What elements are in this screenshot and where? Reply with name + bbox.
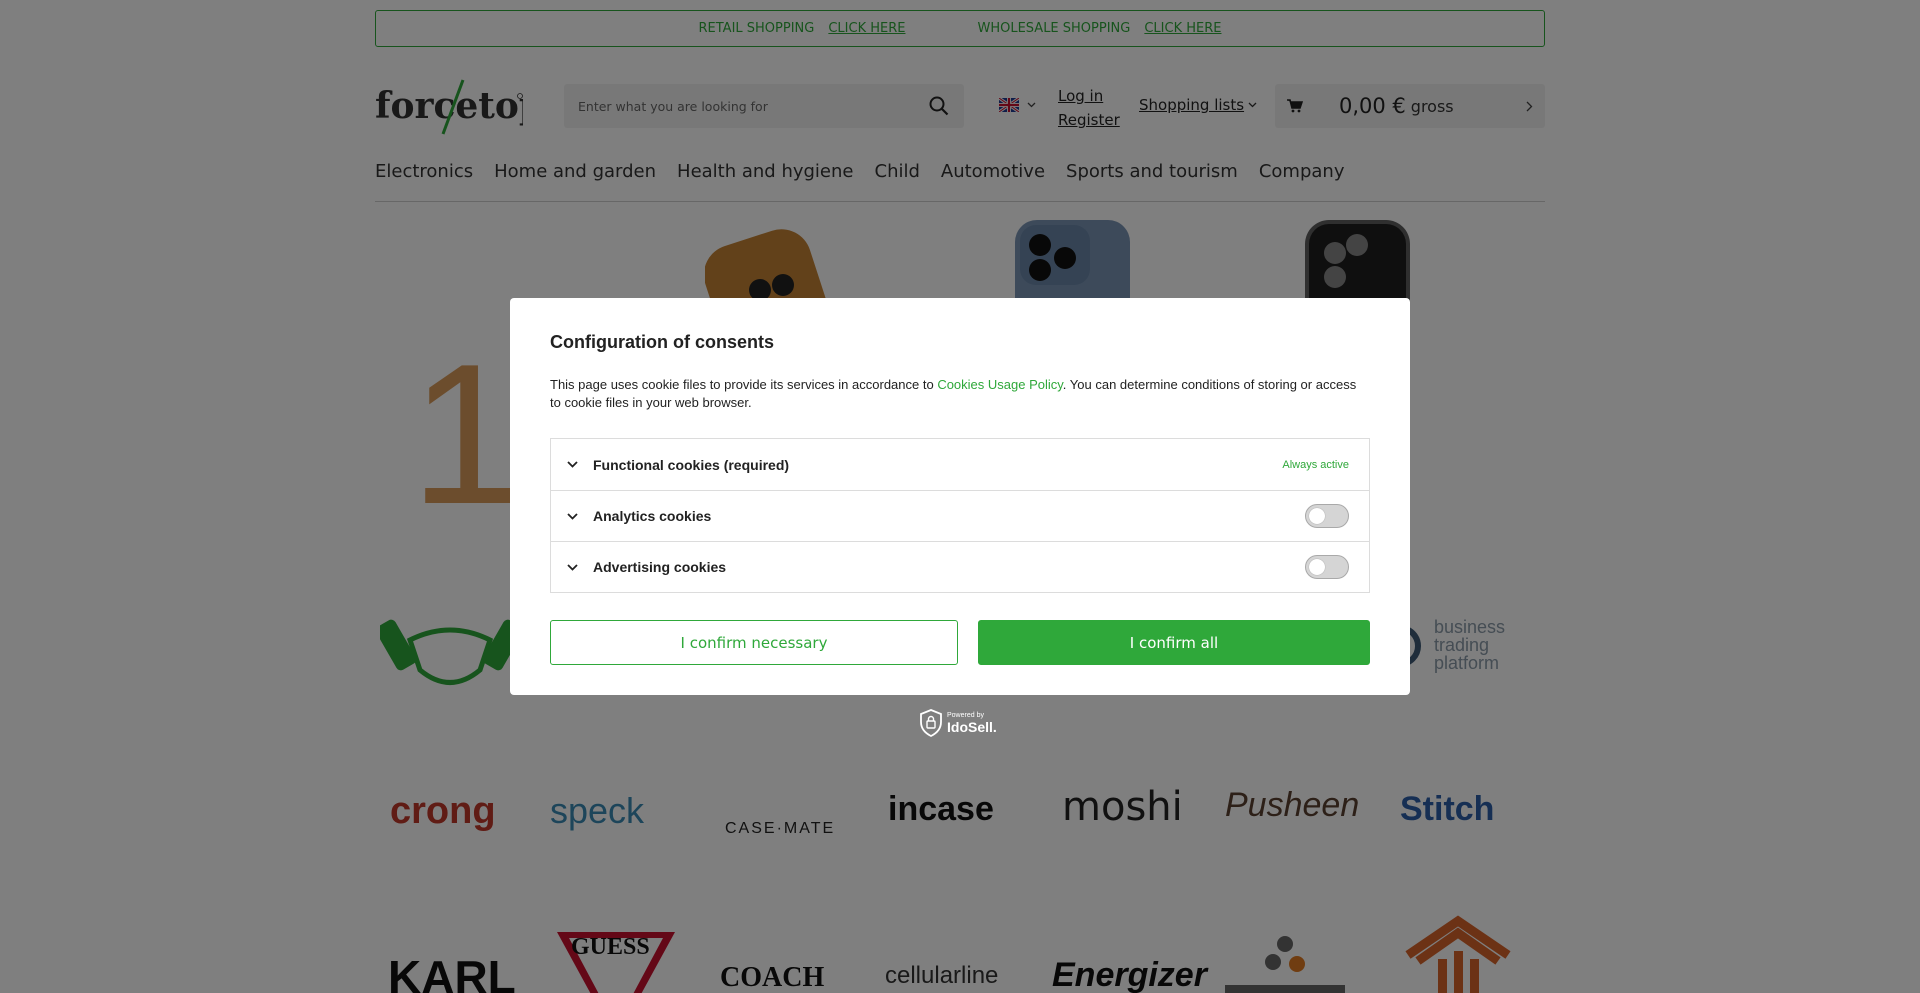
category-label: Advertising cookies xyxy=(593,559,727,575)
toggle-knob xyxy=(1309,508,1325,524)
category-label: Analytics cookies xyxy=(593,508,712,524)
analytics-toggle[interactable] xyxy=(1305,504,1349,528)
consent-description: This page uses cookie files to provide i… xyxy=(550,377,1357,410)
powered-by-idosell[interactable]: Powered by IdoSell. xyxy=(919,709,997,737)
cookies-policy-link[interactable]: Cookies Usage Policy xyxy=(937,377,1062,392)
chevron-down-icon[interactable] xyxy=(565,458,579,472)
shield-lock-icon xyxy=(920,709,942,737)
chevron-down-icon[interactable] xyxy=(565,560,579,574)
category-label: Functional cookies (required) xyxy=(593,456,790,473)
confirm-all-button[interactable]: I confirm all xyxy=(978,620,1370,665)
confirm-necessary-button[interactable]: I confirm necessary xyxy=(550,620,958,665)
consent-actions: I confirm necessary I confirm all xyxy=(550,620,1370,665)
cookie-consent-dialog: Configuration of consents This page uses… xyxy=(510,298,1410,695)
chevron-down-icon[interactable] xyxy=(565,509,579,523)
idosell-brand: IdoSell. xyxy=(947,719,997,735)
category-functional[interactable]: Functional cookies (required) Always act… xyxy=(551,439,1369,490)
toggle-knob xyxy=(1309,559,1325,575)
category-advertising[interactable]: Advertising cookies xyxy=(551,541,1369,592)
cookie-categories: Functional cookies (required) Always act… xyxy=(550,438,1370,593)
advertising-toggle[interactable] xyxy=(1305,555,1349,579)
category-analytics[interactable]: Analytics cookies xyxy=(551,490,1369,541)
always-active-badge: Always active xyxy=(1282,458,1349,471)
consent-title: Configuration of consents xyxy=(550,332,774,352)
